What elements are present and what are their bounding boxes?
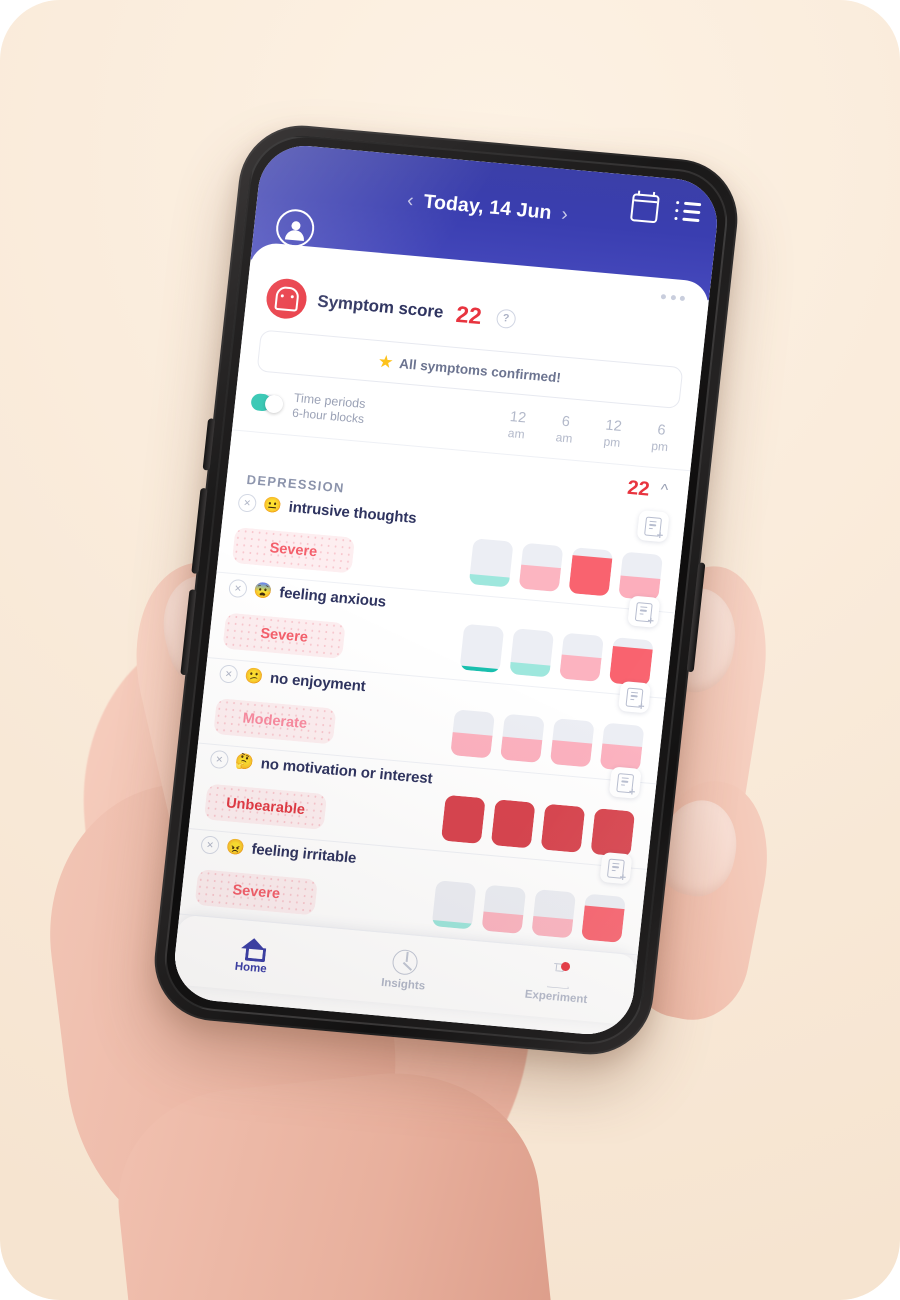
time-column-headers: 12 am 6 am 12 pm 6 pm	[500, 407, 677, 455]
intensity-block[interactable]	[599, 722, 645, 773]
intensity-block[interactable]	[549, 718, 595, 768]
chevron-left-icon[interactable]: ‹	[406, 190, 415, 211]
tab-insights[interactable]: Insights	[326, 943, 483, 997]
chevron-right-icon[interactable]: ›	[560, 204, 569, 225]
intensity-block[interactable]	[450, 709, 496, 759]
note-add-icon[interactable]: +	[599, 852, 633, 885]
page-title: Today, 14 Jun	[422, 190, 553, 224]
flask-icon	[545, 961, 571, 988]
content-sheet: Symptom score 22 ? ★ All symptoms confir…	[170, 241, 711, 1038]
symptom-name: no enjoyment	[269, 669, 367, 695]
ghost-icon	[264, 277, 309, 321]
tab-home[interactable]: Home	[174, 932, 331, 981]
intensity-block[interactable]	[431, 880, 477, 930]
note-add-icon[interactable]: +	[608, 766, 642, 800]
screenshot-stage: ‹ Today, 14 Jun › Symptom score 22 ? ★ A…	[0, 0, 900, 1300]
intensity-block[interactable]	[590, 808, 636, 858]
intensity-blocks	[459, 623, 654, 687]
phone-screen: ‹ Today, 14 Jun › Symptom score 22 ? ★ A…	[170, 142, 722, 1038]
home-icon	[240, 937, 266, 959]
symptom-emoji: 😐	[262, 496, 283, 515]
intensity-block[interactable]	[581, 893, 626, 944]
tab-label: Insights	[380, 976, 426, 993]
intensity-block[interactable]	[500, 713, 545, 764]
intensity-block[interactable]	[509, 628, 555, 678]
time-meridiem: pm	[602, 434, 621, 451]
symptom-score-value: 22	[454, 300, 484, 329]
symptom-emoji: 😠	[225, 838, 246, 857]
symptom-score-label: Symptom score	[316, 291, 445, 322]
group-score: 22	[626, 476, 651, 501]
close-circle-icon[interactable]: ✕	[237, 493, 258, 513]
symptom-list: + ✕ 😐 intrusive thoughts Severe + ✕ 😨 fe…	[179, 487, 685, 956]
intensity-block[interactable]	[559, 632, 604, 683]
close-circle-icon[interactable]: ✕	[200, 835, 221, 855]
pie-chart-icon	[391, 948, 420, 976]
severity-pill[interactable]: Severe	[222, 612, 346, 660]
list-icon[interactable]	[674, 200, 702, 223]
intensity-block[interactable]	[608, 637, 654, 687]
intensity-block[interactable]	[618, 551, 664, 602]
severity-pill[interactable]: Unbearable	[203, 783, 328, 831]
severity-pill[interactable]: Severe	[231, 527, 356, 574]
intensity-block[interactable]	[468, 538, 514, 588]
intensity-block[interactable]	[518, 542, 564, 593]
time-periods-toggle[interactable]	[250, 393, 285, 414]
header-actions	[629, 193, 702, 227]
symptom-emoji: 🤔	[234, 752, 255, 772]
symptom-name: feeling anxious	[278, 583, 387, 611]
note-add-icon[interactable]: +	[617, 681, 652, 714]
confirm-text: All symptoms confirmed!	[398, 355, 562, 385]
close-circle-icon[interactable]: ✕	[209, 749, 230, 770]
symptom-name: feeling irritable	[250, 840, 358, 867]
intensity-blocks	[468, 538, 664, 602]
intensity-blocks	[450, 709, 645, 773]
note-add-icon[interactable]: +	[636, 510, 670, 543]
intensity-block[interactable]	[540, 803, 586, 854]
time-column: 12 am	[500, 407, 533, 443]
intensity-block[interactable]	[481, 884, 527, 935]
star-icon: ★	[378, 352, 394, 371]
time-periods-labels: Time periods 6-hour blocks	[291, 389, 367, 427]
time-meridiem: am	[507, 426, 526, 442]
question-mark-icon[interactable]: ?	[495, 308, 517, 329]
time-column: 6 am	[548, 412, 581, 448]
close-circle-icon[interactable]: ✕	[227, 578, 248, 599]
symptom-emoji: 😕	[243, 667, 265, 686]
intensity-blocks	[440, 794, 636, 858]
account-circle-icon[interactable]	[274, 207, 317, 249]
tab-label: Home	[234, 960, 268, 976]
calendar-icon[interactable]	[629, 193, 660, 224]
symptom-emoji: 😨	[252, 581, 274, 601]
intensity-block[interactable]	[568, 547, 614, 597]
severity-pill[interactable]: Severe	[194, 869, 318, 916]
time-column: 6 pm	[644, 420, 677, 456]
intensity-block[interactable]	[490, 799, 536, 849]
intensity-blocks	[431, 880, 626, 944]
time-meridiem: am	[555, 430, 574, 446]
chevron-up-icon[interactable]: ^	[660, 481, 669, 500]
phone-device: ‹ Today, 14 Jun › Symptom score 22 ? ★ A…	[148, 120, 744, 1060]
intensity-block[interactable]	[531, 889, 577, 939]
time-meridiem: pm	[650, 438, 669, 455]
intensity-block[interactable]	[459, 623, 505, 674]
app-root: ‹ Today, 14 Jun › Symptom score 22 ? ★ A…	[170, 142, 722, 1038]
notification-badge	[560, 961, 571, 972]
tab-experiment[interactable]: Experiment	[479, 957, 636, 1009]
intensity-block[interactable]	[440, 794, 486, 845]
severity-pill[interactable]: Moderate	[213, 698, 337, 745]
symptom-name: intrusive thoughts	[287, 498, 418, 527]
time-column: 12 pm	[596, 416, 629, 452]
close-circle-icon[interactable]: ✕	[218, 664, 239, 684]
note-add-icon[interactable]: +	[627, 595, 661, 629]
tab-label: Experiment	[524, 988, 588, 1006]
